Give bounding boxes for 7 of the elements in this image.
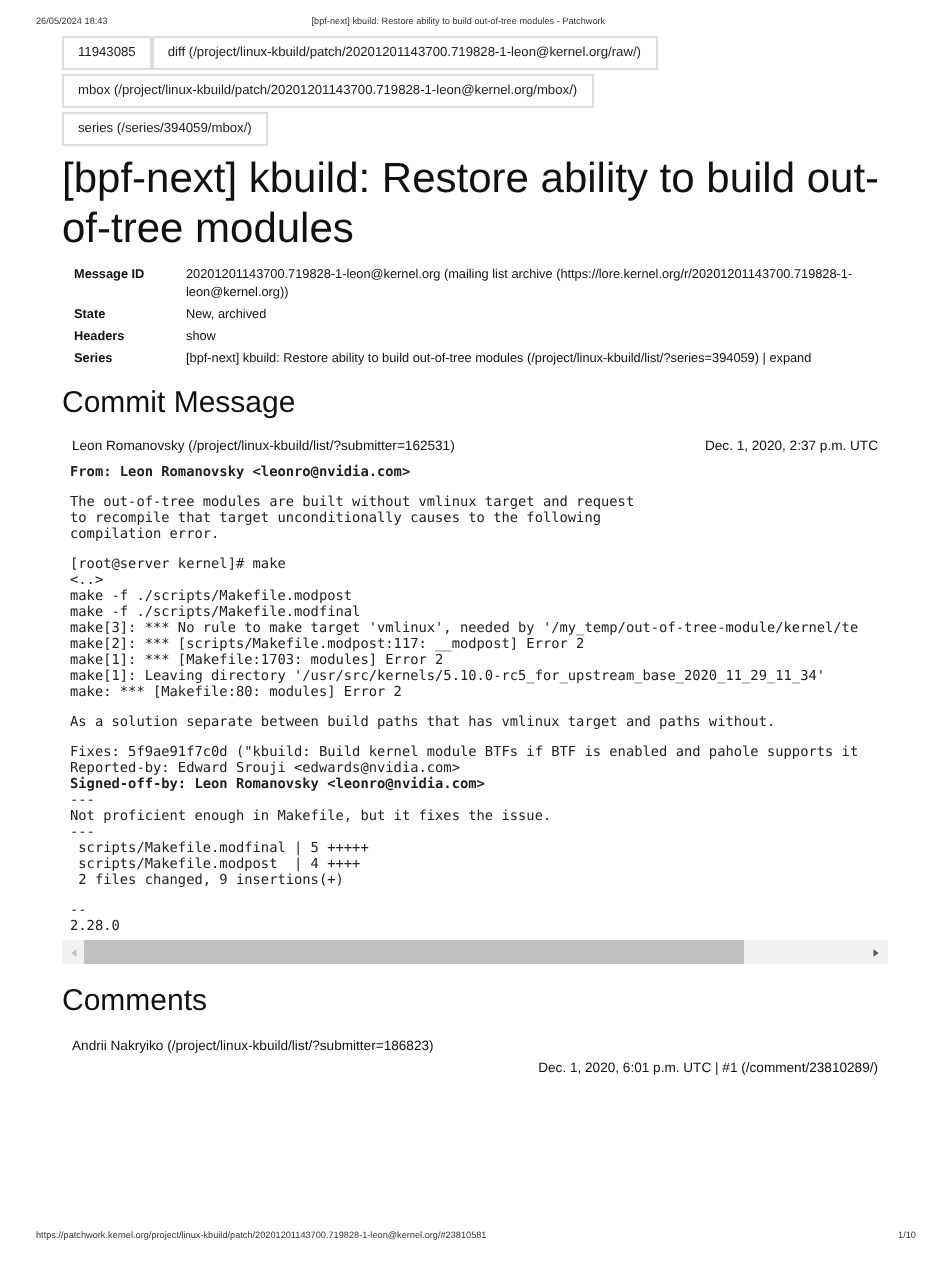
comments-heading: Comments bbox=[62, 984, 210, 1018]
scrollbar-thumb[interactable] bbox=[84, 940, 744, 964]
scroll-left-icon[interactable] bbox=[70, 947, 78, 957]
scroll-right-icon[interactable] bbox=[872, 947, 880, 957]
patch-title: [bpf-next] kbuild: Restore ability to build out-of-tree modules bbox=[62, 154, 882, 254]
commit-message-heading: Commit Message bbox=[62, 386, 298, 420]
horizontal-scrollbar[interactable] bbox=[62, 940, 888, 964]
